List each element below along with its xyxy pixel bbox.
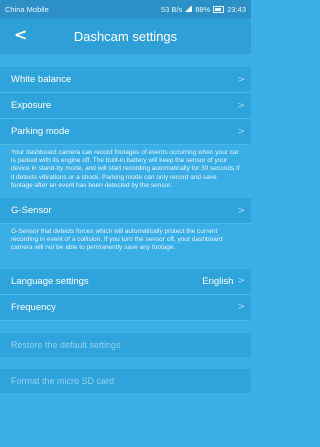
chevron-right-icon: > — [237, 126, 245, 137]
chevron-right-icon: > — [237, 205, 245, 216]
language-settings-row[interactable]: Language settings English > — [0, 268, 251, 295]
exposure-label: Exposure — [11, 100, 52, 111]
white-balance-label: White balance — [11, 74, 72, 85]
status-bar: China Mobile 53 B/s 88% 23:43 — [0, 0, 251, 18]
page-title: Dashcam settings — [73, 29, 178, 44]
restore-defaults-button[interactable]: Restore the default settings — [0, 332, 251, 357]
format-sd-card-button[interactable]: Format the micro SD card — [0, 368, 251, 393]
status-icons: 53 B/s 88% 23:43 — [161, 5, 246, 14]
chevron-right-icon: > — [237, 74, 245, 85]
parking-mode-description: Your dashboard camera can record footage… — [0, 145, 251, 197]
network-speed: 53 B/s — [160, 4, 183, 14]
header-bar: < Dashcam settings — [0, 18, 251, 54]
frequency-label: Frequency — [11, 301, 56, 313]
parking-mode-label: Parking mode — [11, 126, 70, 137]
spacer — [0, 258, 251, 269]
battery-icon — [213, 5, 225, 13]
white-balance-row[interactable]: White balance > — [0, 67, 251, 93]
chevron-right-icon: > — [237, 302, 245, 313]
chevron-right-icon: > — [237, 100, 245, 111]
g-sensor-row[interactable]: G-Sensor > — [0, 198, 251, 225]
parking-mode-row[interactable]: Parking mode > — [0, 119, 251, 145]
g-sensor-label: G-Sensor — [11, 205, 52, 217]
g-sensor-description: G-Sensor that detects forces which will … — [0, 224, 251, 259]
carrier-label: China Mobile — [5, 4, 49, 14]
language-value-group: English > — [202, 276, 245, 287]
spacer — [0, 320, 251, 333]
chevron-right-icon: > — [237, 276, 245, 287]
clock: 23:43 — [227, 4, 246, 14]
language-settings-label: Language settings — [11, 275, 89, 287]
frequency-row[interactable]: Frequency > — [0, 294, 251, 321]
restore-defaults-label: Restore the default settings — [11, 339, 121, 350]
spacer — [0, 54, 251, 67]
format-sd-card-label: Format the micro SD card — [11, 375, 115, 386]
battery-percent: 88% — [195, 4, 211, 14]
spacer — [0, 356, 251, 369]
signal-icon — [185, 6, 193, 12]
exposure-row[interactable]: Exposure > — [0, 93, 251, 119]
language-value: English — [202, 275, 234, 287]
